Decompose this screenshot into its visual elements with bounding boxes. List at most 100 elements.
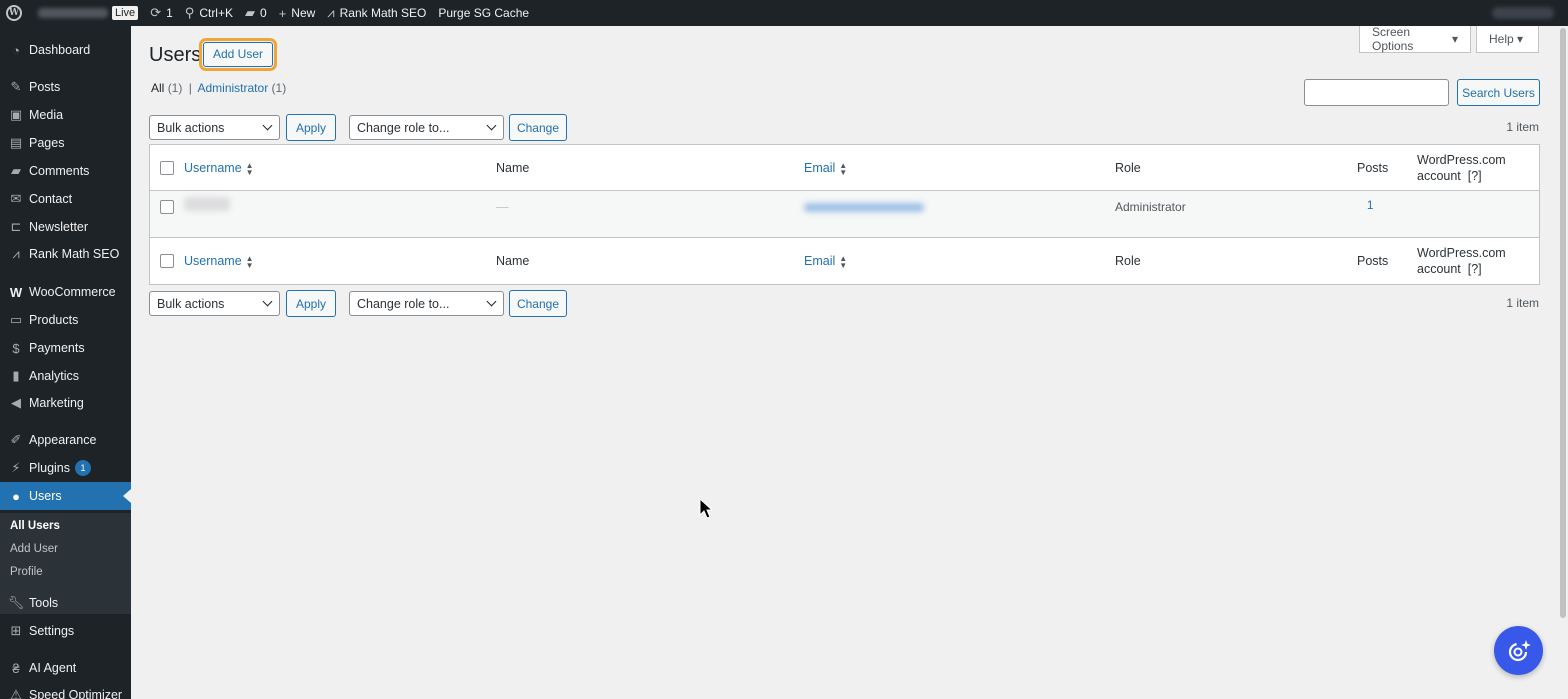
bulk-actions-select-bottom[interactable]: Bulk actions [149,291,280,316]
page-title: Users [149,44,202,66]
change-button-bottom[interactable]: Change [509,290,567,317]
menu-newsletter[interactable]: ⊏ Newsletter [0,213,131,241]
user-avatar-redacted[interactable] [184,197,230,214]
user-role: Administrator [1115,200,1186,214]
menu-label: Plugins [29,461,70,475]
user-email-redacted[interactable] [804,201,924,215]
rankmath-icon: ⩘ [327,5,335,20]
menu-tools[interactable]: 🔧︎ Tools [0,589,131,617]
bulk-actions-select-top[interactable]: Bulk actions [149,115,280,140]
site-name-redacted [38,8,108,18]
scrollbar-thumb[interactable] [1560,28,1566,618]
my-account-redacted[interactable] [1492,7,1554,19]
wpcom-help-link[interactable]: [?] [1468,169,1482,183]
wpcom-line2: account [1417,169,1461,183]
submenu-all-users[interactable]: All Users [10,520,60,532]
menu-comments[interactable]: ▰ Comments [0,157,131,185]
select-all-checkbox-bottom[interactable] [160,254,174,268]
site-name[interactable]: Live [28,0,144,26]
apply-button-bottom[interactable]: Apply [286,290,336,317]
table-row: — Administrator 1 [150,191,1539,238]
column-wpcom-account-footer: WordPress.com account [?] [1417,245,1506,277]
menu-products[interactable]: ▭ Products [0,306,131,334]
column-role-footer: Role [1115,254,1141,268]
menu-posts[interactable]: ✎ Posts [0,73,131,101]
change-role-select-top[interactable]: Change role to... [349,115,504,140]
speed-icon: ⚠ [10,687,22,699]
menu-contact[interactable]: ✉ Contact [0,185,131,213]
menu-label: WooCommerce [29,285,116,299]
email-redacted [804,203,924,212]
user-posts-count[interactable]: 1 [1367,200,1373,212]
column-username[interactable]: Username ▲ ▼ [184,161,254,176]
select-all-checkbox[interactable] [160,161,174,175]
user-icon: ● [12,488,20,504]
user-search-input[interactable] [1304,79,1449,106]
submenu-add-user[interactable]: Add User [10,543,58,555]
page-scrollbar[interactable] [1558,26,1568,699]
help-button[interactable]: Help ▾ [1476,26,1539,53]
menu-label: Users [29,489,62,503]
wpcom-help-link[interactable]: [?] [1468,262,1482,276]
menu-analytics[interactable]: ▮ Analytics [0,362,131,390]
rankmath-menu[interactable]: ⩘ Rank Math SEO [321,0,432,26]
menu-users[interactable]: ● Users [0,482,131,510]
bulk-actions-value: Bulk actions [157,296,225,311]
comment-icon: ▰ [11,163,21,178]
caret-down-icon: ▾ [1517,32,1524,46]
row-checkbox[interactable] [160,200,174,214]
brush-icon: ✐ [10,432,22,447]
menu-media[interactable]: ▣ Media [0,101,131,129]
rankmath-label: Rank Math SEO [339,6,427,20]
wp-logo-menu[interactable]: W [0,0,28,26]
column-wpcom-account: WordPress.com account [?] [1417,152,1506,184]
column-email[interactable]: Email ▲ ▼ [804,161,847,176]
column-role: Role [1115,161,1141,175]
sort-icon: ▲ ▼ [245,160,254,177]
wpcom-line2: account [1417,262,1461,276]
screen-options-button[interactable]: Screen Options ▾ [1359,25,1471,53]
filter-all[interactable]: All [151,81,164,95]
live-badge: Live [112,6,139,20]
menu-dashboard[interactable]: ◔ Dashboard [0,36,131,64]
menu-woocommerce[interactable]: W WooCommerce [0,278,131,306]
dollar-icon: $ [12,340,20,356]
add-user-button[interactable]: Add User [203,42,274,67]
comments-count: 0 [260,6,267,20]
new-label: New [291,6,316,20]
mouse-cursor-icon [699,498,713,519]
column-name: Name [496,161,530,175]
command-palette-link[interactable]: ⚲ Ctrl+K [179,0,239,26]
change-role-select-bottom[interactable]: Change role to... [349,291,504,316]
menu-label: Payments [29,341,85,355]
table-footer-row: Username ▲ ▼ Name Email ▲ ▼ Role Posts WordP… [150,238,1539,284]
change-button-top[interactable]: Change [509,114,567,141]
ai-assistant-button[interactable] [1494,626,1543,675]
menu-label: Appearance [29,433,97,447]
menu-label: Newsletter [29,220,89,234]
menu-marketing[interactable]: ◀ Marketing [0,389,131,417]
purge-cache-link[interactable]: Purge SG Cache [432,0,535,26]
mail-icon: ✉ [10,191,22,206]
help-label: Help [1489,32,1514,46]
search-users-button[interactable]: Search Users [1457,79,1540,106]
caret-down-icon: ▾ [1451,32,1458,46]
menu-plugins[interactable]: ⚡ Plugins 1 [0,454,131,482]
menu-pages[interactable]: ▤ Pages [0,129,131,157]
menu-payments[interactable]: $ Payments [0,334,131,362]
filter-administrator[interactable]: Administrator [198,81,269,95]
sort-icon: ▲ ▼ [245,253,254,270]
submenu-profile[interactable]: Profile [10,566,43,578]
menu-settings[interactable]: ⊞ Settings [0,617,131,645]
new-content-menu[interactable]: + New [273,0,322,26]
apply-button-top[interactable]: Apply [286,114,336,141]
comments-link[interactable]: ▰ 0 [239,0,273,26]
column-username-footer[interactable]: Username ▲ ▼ [184,254,254,269]
menu-speed-optimizer[interactable]: ⚠ Speed Optimizer [0,681,131,699]
menu-appearance[interactable]: ✐ Appearance [0,426,131,454]
column-email-footer[interactable]: Email ▲ ▼ [804,254,847,269]
menu-label: Comments [29,164,90,178]
menu-ai-agent[interactable]: ₴ AI Agent [0,654,131,682]
menu-rankmath[interactable]: ⩘ Rank Math SEO [0,240,131,268]
updates-link[interactable]: ⟳ 1 [144,0,179,26]
